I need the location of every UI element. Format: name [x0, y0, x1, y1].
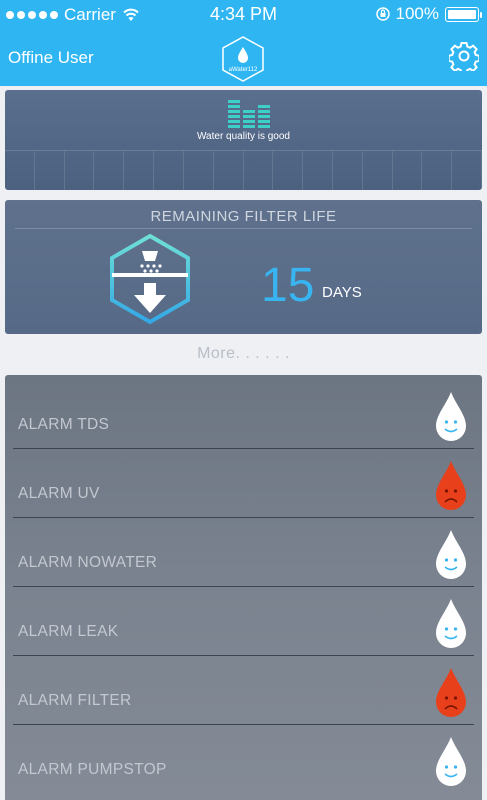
rotation-lock-icon [375, 7, 390, 21]
alarm-label: ALARM PUMPSTOP [18, 761, 167, 778]
water-quality-card: Water quality is good [5, 90, 482, 190]
status-bar: Carrier 4:34 PM 100% [0, 0, 487, 30]
alarm-row[interactable]: ALARM TDS [5, 379, 482, 449]
more-link[interactable]: More. . . . . . [0, 345, 487, 363]
filter-life-card[interactable]: REMAINING FILTER LIFE 15 DAYS [5, 200, 482, 334]
happy-drop-icon [436, 737, 466, 786]
gear-icon[interactable] [449, 41, 479, 71]
filter-days-label: DAYS [322, 284, 362, 301]
alarm-label: ALARM UV [18, 485, 100, 502]
divider [15, 228, 472, 229]
alarm-list: ALARM TDS ALARM UV ALARM NOWATER ALARM LEAK… [5, 375, 482, 800]
status-right: 100% [375, 4, 482, 24]
quality-grid [5, 150, 482, 190]
sad-drop-icon [436, 461, 466, 510]
happy-drop-icon [436, 530, 466, 579]
user-name[interactable]: Offine User [8, 48, 94, 68]
app-logo-icon: aWater112 [222, 36, 264, 82]
logo-text: aWater112 [229, 67, 258, 73]
filter-hex-icon [110, 233, 190, 325]
alarm-row[interactable]: ALARM LEAK [5, 586, 482, 656]
alarm-row[interactable]: ALARM PUMPSTOP [5, 724, 482, 794]
filter-days-value: 15 [261, 259, 315, 312]
battery-icon [445, 6, 482, 22]
alarm-row[interactable]: ALARM UV [5, 448, 482, 518]
bars-icon [228, 100, 270, 128]
filter-life-title: REMAINING FILTER LIFE [150, 208, 337, 225]
nav-bar: Offine User aWater112 [0, 30, 487, 86]
alarm-label: ALARM LEAK [18, 623, 119, 640]
alarm-label: ALARM TDS [18, 416, 110, 433]
alarm-label: ALARM FILTER [18, 692, 132, 709]
top-bar: Carrier 4:34 PM 100% Offine User aWater1… [0, 0, 487, 86]
alarm-label: ALARM NOWATER [18, 554, 158, 571]
battery-percent: 100% [395, 4, 439, 23]
water-quality-text: Water quality is good [196, 131, 290, 142]
alarm-row[interactable]: ALARM NOWATER [5, 517, 482, 587]
happy-drop-icon [436, 392, 466, 441]
alarm-row[interactable]: ALARM FILTER [5, 655, 482, 725]
sad-drop-icon [436, 668, 466, 717]
happy-drop-icon [436, 599, 466, 648]
